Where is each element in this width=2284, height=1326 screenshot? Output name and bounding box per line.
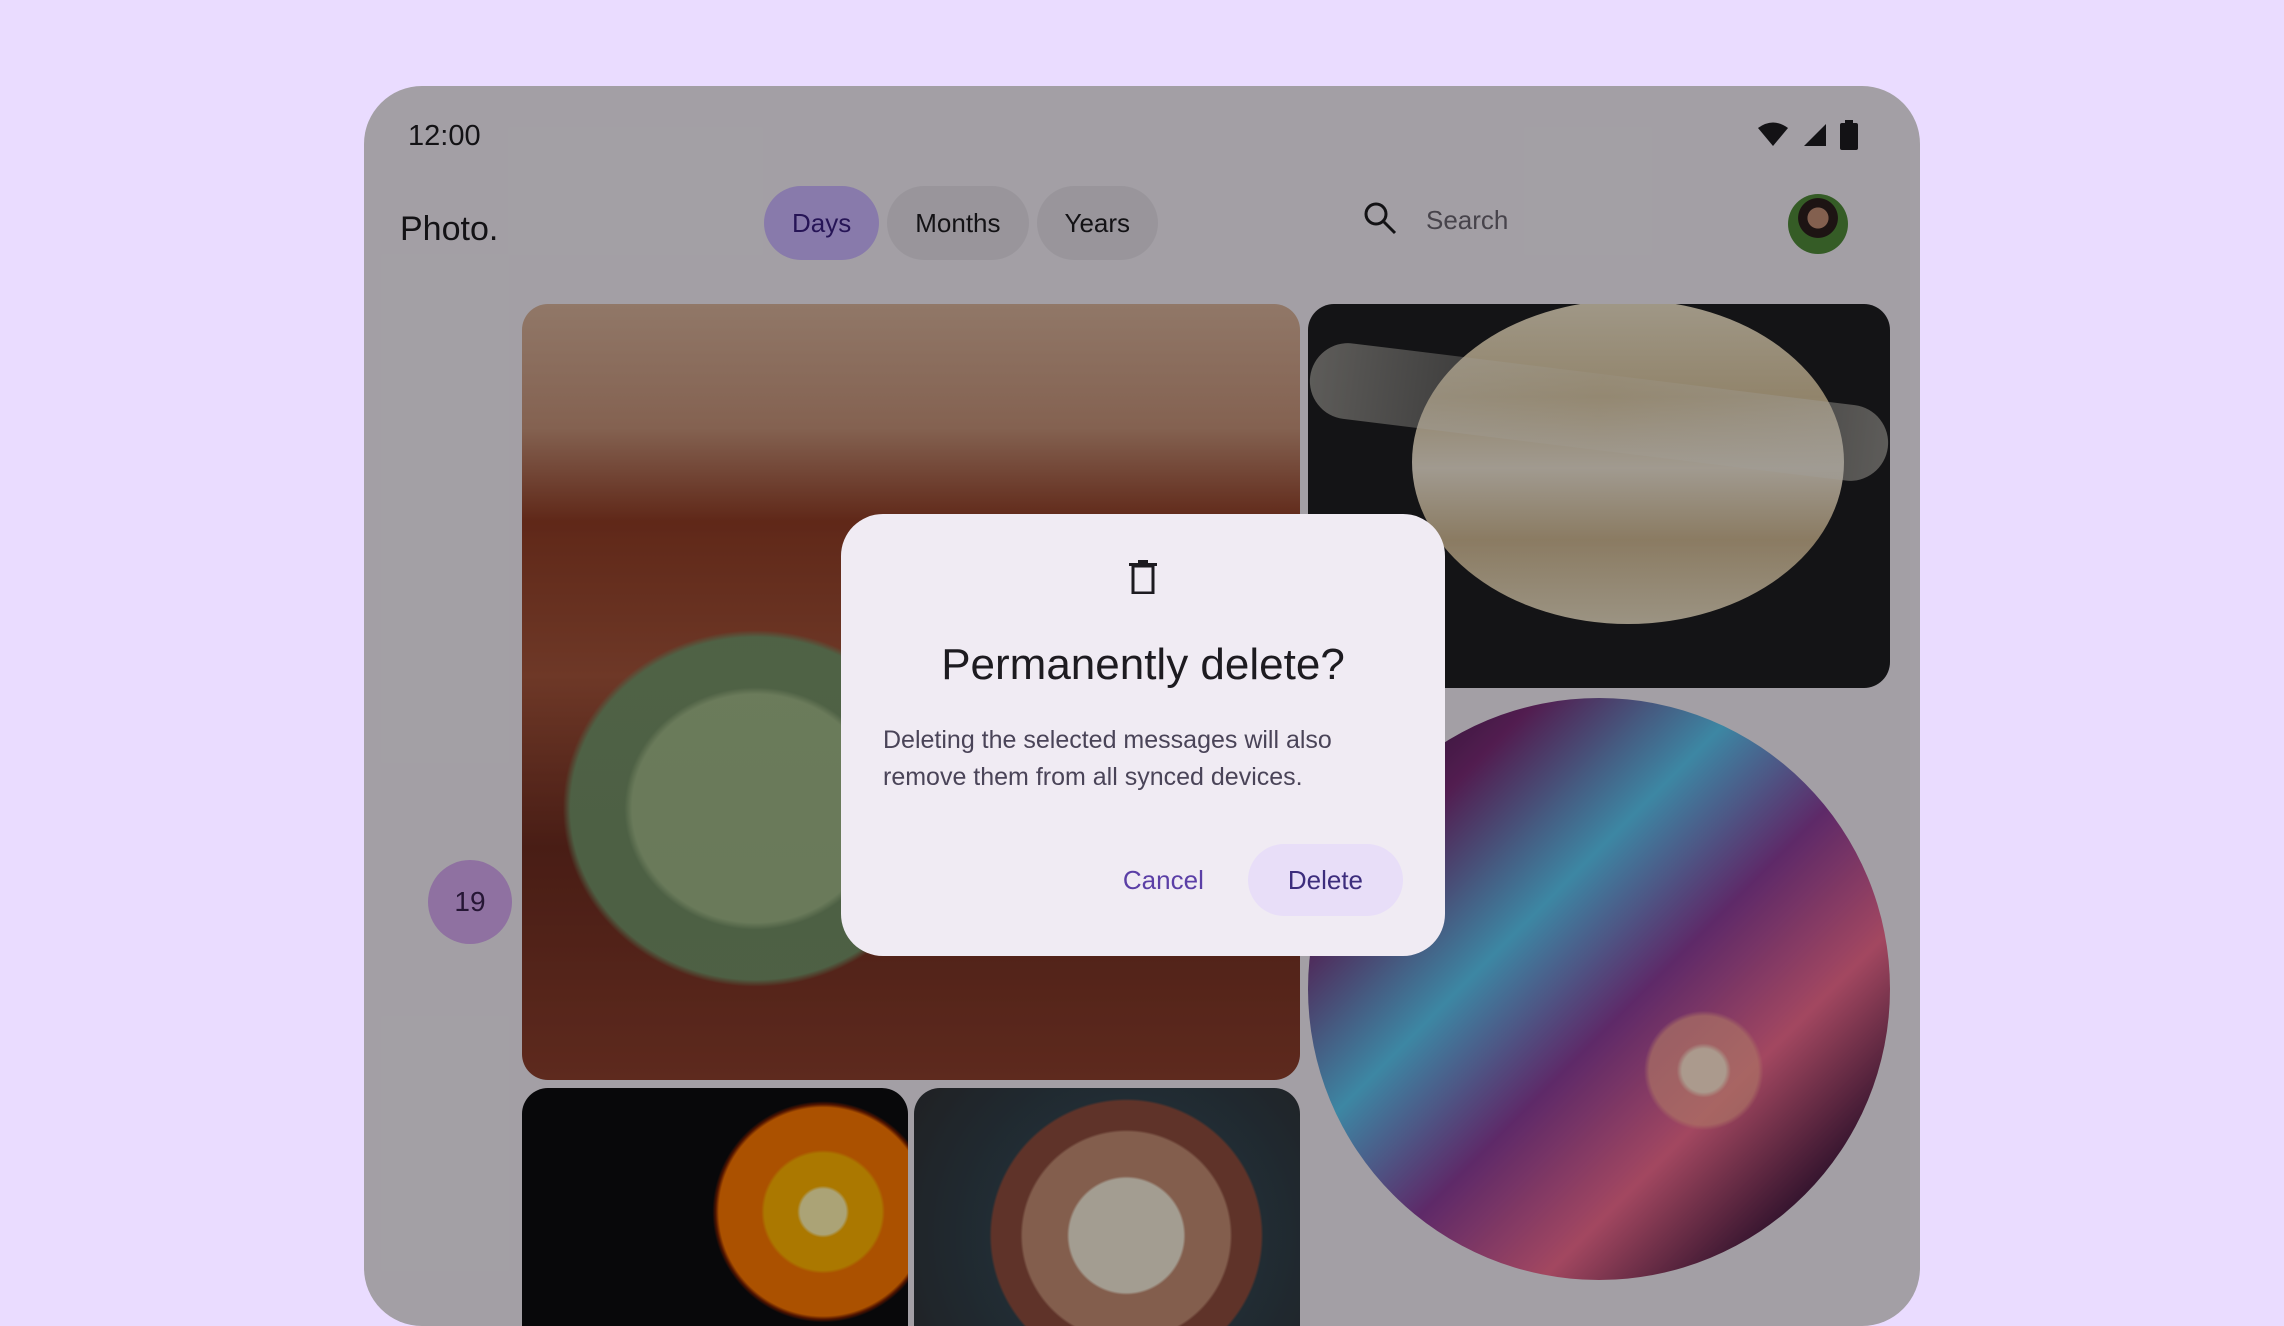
dialog-title: Permanently delete? [941,640,1345,689]
dialog-body: Deleting the selected messages will also… [883,726,1332,791]
delete-button[interactable]: Delete [1247,844,1403,916]
dialog-actions: Cancel Delete [1097,844,1403,916]
trash-icon [1129,560,1157,599]
cancel-button[interactable]: Cancel [1097,844,1230,916]
delete-dialog: Permanently delete? Deleting the selecte… [841,514,1445,956]
